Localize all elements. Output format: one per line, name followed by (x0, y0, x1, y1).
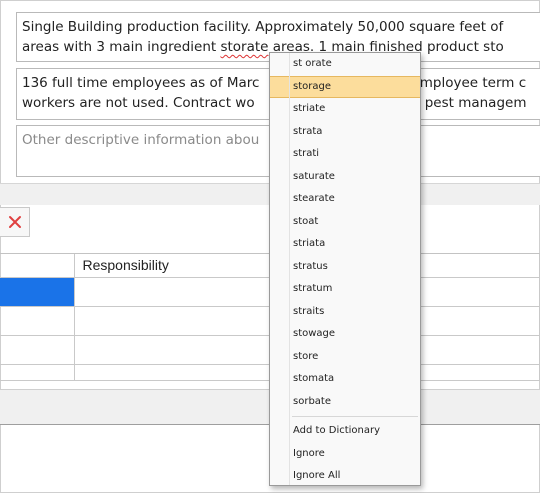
ignore-item[interactable]: Ignore (270, 443, 420, 466)
suggestion-stomata[interactable]: stomata (270, 368, 420, 391)
suggestion-stowage[interactable]: stowage (270, 323, 420, 346)
delete-row-button[interactable] (0, 207, 30, 237)
suggestion-stoat[interactable]: stoat (270, 211, 420, 234)
suggestion-st-orate[interactable]: st orate (270, 53, 420, 76)
misspelled-word[interactable]: storate (220, 39, 268, 55)
suggestion-strati[interactable]: strati (270, 143, 420, 166)
ignore-all-item[interactable]: Ignore All (270, 465, 420, 488)
suggestion-strata[interactable]: strata (270, 121, 420, 144)
menu-separator (292, 416, 418, 417)
suggestion-sorbate[interactable]: sorbate (270, 391, 420, 414)
suggestion-striate[interactable]: striate (270, 98, 420, 121)
suggestion-stearate[interactable]: stearate (270, 188, 420, 211)
suggestion-stratus[interactable]: stratus (270, 256, 420, 279)
suggestion-striata[interactable]: striata (270, 233, 420, 256)
grid-cell[interactable] (0, 364, 75, 381)
grid-cell[interactable] (0, 306, 75, 336)
add-to-dictionary-item[interactable]: Add to Dictionary (270, 420, 420, 443)
spell-check-context-menu: st orate storage striate strata strati s… (269, 52, 421, 486)
grid-header-blank (0, 254, 75, 278)
suggestion-stratum[interactable]: stratum (270, 278, 420, 301)
menu-gutter (289, 53, 290, 485)
description-line-1: Single Building production facility. App… (22, 19, 504, 35)
suggestion-saturate[interactable]: saturate (270, 166, 420, 189)
grid-cell[interactable] (0, 335, 75, 365)
suggestion-store[interactable]: store (270, 346, 420, 369)
grid-cell-selected[interactable] (0, 277, 75, 307)
suggestion-storage[interactable]: storage (270, 75, 420, 98)
close-icon (8, 216, 21, 228)
suggestion-straits[interactable]: straits (270, 301, 420, 324)
